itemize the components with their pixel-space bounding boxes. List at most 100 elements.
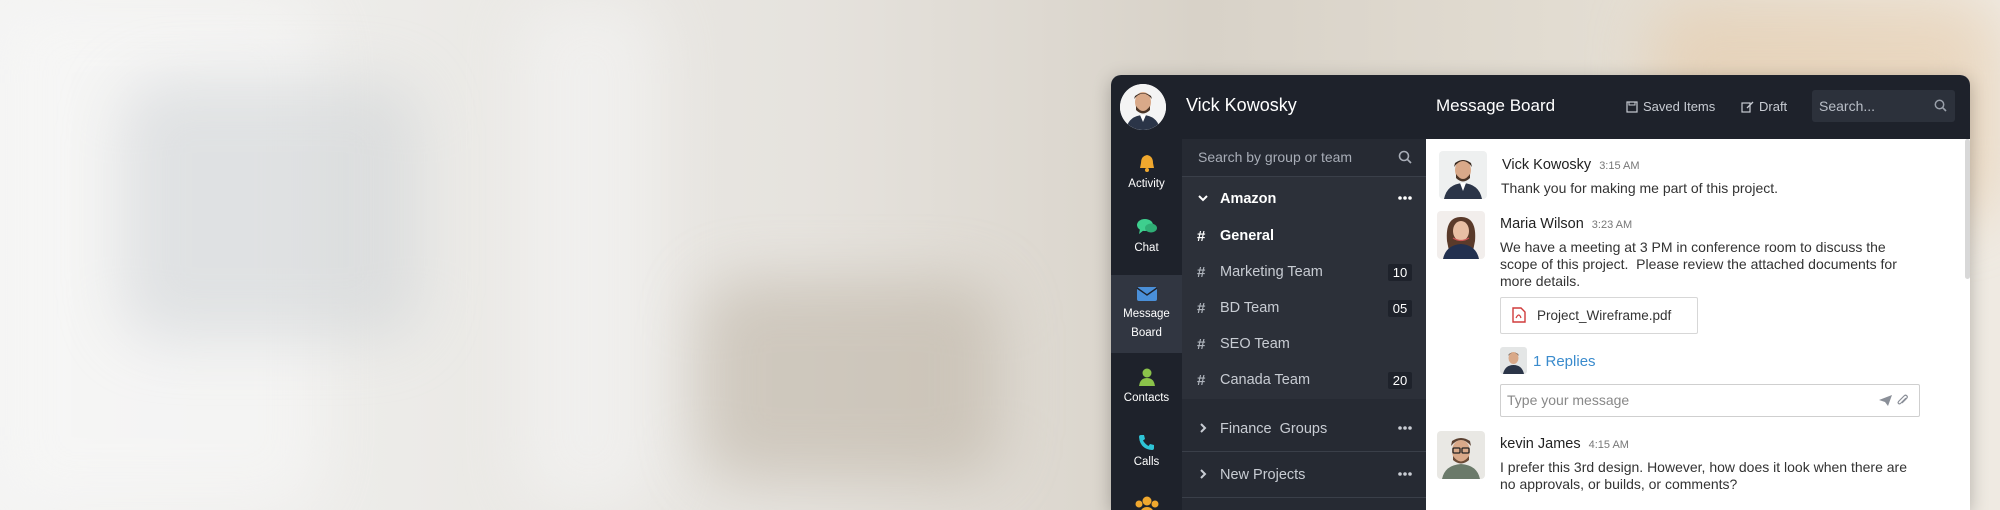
rail-label: Calls bbox=[1133, 456, 1160, 468]
rail-item-message-board[interactable]: Message Board bbox=[1111, 275, 1182, 353]
replies-count: 1 Replies bbox=[1533, 353, 1596, 370]
author-name: Vick Kowosky bbox=[1502, 157, 1592, 173]
message-search-input[interactable]: Search... bbox=[1812, 90, 1955, 122]
group-amazon[interactable]: Amazon bbox=[1182, 177, 1426, 221]
user-icon bbox=[1138, 368, 1155, 386]
message-author[interactable]: Maria Wilson 3:23 AM bbox=[1500, 216, 1632, 232]
top-bar: Vick Kowosky Message Board Saved Items D… bbox=[1111, 75, 1970, 139]
channel-name: General bbox=[1220, 228, 1274, 244]
message-feed: Vick Kowosky 3:15 AM Thank you for making… bbox=[1426, 139, 1970, 510]
background-blur bbox=[700, 280, 1000, 480]
paperclip-icon[interactable] bbox=[1897, 394, 1909, 407]
pdf-file-icon bbox=[1512, 307, 1526, 323]
reply-placeholder: Type your message bbox=[1507, 392, 1630, 408]
channel-list: # General # Marketing Team 10 # BD Team … bbox=[1182, 219, 1426, 399]
text-line: I prefer this 3rd design. However, how d… bbox=[1500, 459, 1907, 475]
search-icon[interactable] bbox=[1398, 150, 1412, 164]
send-icon[interactable] bbox=[1878, 394, 1893, 407]
rail-label: Activity bbox=[1128, 178, 1165, 190]
text-line: scope of this project. Please review the… bbox=[1500, 256, 1897, 272]
group-new-projects[interactable]: New Projects bbox=[1182, 453, 1426, 497]
more-options-icon[interactable] bbox=[1398, 472, 1412, 476]
channel-name: Marketing Team bbox=[1220, 264, 1323, 280]
group-search-placeholder: Search by group or team bbox=[1198, 149, 1353, 165]
team-icon bbox=[1135, 496, 1158, 510]
divider bbox=[1182, 497, 1426, 498]
message-time: 3:15 AM bbox=[1599, 160, 1640, 172]
draft-button[interactable]: Draft bbox=[1741, 99, 1787, 114]
attachment-file[interactable]: Project_Wireframe.pdf bbox=[1500, 297, 1698, 334]
unread-count-badge: 05 bbox=[1388, 300, 1412, 317]
saved-items-label: Saved Items bbox=[1643, 99, 1716, 114]
channel-item-bd-team[interactable]: # BD Team 05 bbox=[1182, 291, 1426, 327]
avatar bbox=[1500, 347, 1527, 374]
group-label: New Projects bbox=[1220, 467, 1306, 483]
unread-count-badge: 20 bbox=[1388, 372, 1412, 389]
hash-icon: # bbox=[1197, 300, 1206, 317]
attachment-name: Project_Wireframe.pdf bbox=[1537, 308, 1672, 323]
channel-item-general[interactable]: # General bbox=[1182, 219, 1426, 255]
message-time: 3:23 AM bbox=[1591, 219, 1633, 231]
search-icon[interactable] bbox=[1934, 99, 1947, 112]
channel-name: Canada Team bbox=[1220, 372, 1311, 388]
author-name: kevin James bbox=[1500, 436, 1581, 452]
saved-items-button[interactable]: Saved Items bbox=[1626, 99, 1715, 114]
group-search-input[interactable]: Search by group or team bbox=[1182, 139, 1426, 177]
background-blur bbox=[120, 80, 420, 340]
group-finance-groups[interactable]: Finance Groups bbox=[1182, 407, 1426, 451]
channel-panel: Search by group or team Amazon # General… bbox=[1182, 139, 1426, 510]
channel-name: SEO Team bbox=[1220, 336, 1290, 352]
envelope-icon bbox=[1136, 287, 1157, 301]
channel-item-seo-team[interactable]: # SEO Team bbox=[1182, 327, 1426, 363]
page-title: Message Board bbox=[1436, 96, 1556, 115]
message-text: I prefer this 3rd design. However, how d… bbox=[1500, 459, 1907, 493]
current-user-name: Vick Kowosky bbox=[1186, 95, 1297, 115]
bell-icon bbox=[1139, 155, 1154, 172]
draft-label: Draft bbox=[1759, 99, 1788, 114]
reply-input[interactable]: Type your message bbox=[1500, 384, 1920, 417]
group-label: Amazon bbox=[1220, 191, 1277, 207]
unread-count-badge: 10 bbox=[1388, 264, 1412, 281]
rail-item-contacts[interactable]: Contacts bbox=[1111, 361, 1182, 421]
channel-name: BD Team bbox=[1220, 300, 1280, 316]
avatar[interactable] bbox=[1437, 431, 1485, 479]
rail-item-teams[interactable] bbox=[1111, 489, 1182, 510]
message-text: Thank you for making me part of this pro… bbox=[1501, 180, 1779, 196]
text-line: We have a meeting at 3 PM in conference … bbox=[1500, 239, 1886, 255]
reply-actions bbox=[1878, 394, 1909, 407]
navigation-rail: Activity Chat Message Board Contacts Cal… bbox=[1111, 139, 1182, 510]
floppy-disk-icon bbox=[1626, 100, 1638, 113]
phone-icon bbox=[1138, 435, 1154, 450]
draft-icon bbox=[1741, 101, 1754, 113]
hash-icon: # bbox=[1197, 264, 1206, 281]
text-line: no approvals, or builds, or comments? bbox=[1500, 476, 1738, 492]
rail-item-activity[interactable]: Activity bbox=[1111, 147, 1182, 207]
rail-item-calls[interactable]: Calls bbox=[1111, 425, 1182, 485]
rail-label-line1: Message bbox=[1123, 308, 1170, 320]
message-author[interactable]: kevin James 4:15 AM bbox=[1500, 436, 1629, 452]
rail-label: Chat bbox=[1134, 242, 1159, 254]
more-options-icon[interactable] bbox=[1398, 196, 1412, 200]
group-label: Finance Groups bbox=[1220, 421, 1328, 437]
message-time: 4:15 AM bbox=[1588, 439, 1629, 451]
message-text: We have a meeting at 3 PM in conference … bbox=[1500, 239, 1897, 290]
channel-item-marketing-team[interactable]: # Marketing Team 10 bbox=[1182, 255, 1426, 291]
background-blur bbox=[520, 0, 660, 510]
hash-icon: # bbox=[1197, 372, 1206, 389]
rail-item-chat[interactable]: Chat bbox=[1111, 211, 1182, 271]
chevron-down-icon bbox=[1198, 195, 1208, 202]
more-options-icon[interactable] bbox=[1398, 426, 1412, 430]
avatar[interactable] bbox=[1439, 151, 1487, 199]
author-name: Maria Wilson bbox=[1500, 216, 1584, 232]
hash-icon: # bbox=[1197, 228, 1206, 245]
avatar[interactable] bbox=[1437, 211, 1485, 259]
divider bbox=[1182, 451, 1426, 452]
chevron-right-icon bbox=[1200, 469, 1207, 479]
channel-item-canada-team[interactable]: # Canada Team 20 bbox=[1182, 363, 1426, 399]
search-placeholder: Search... bbox=[1819, 98, 1876, 114]
chevron-right-icon bbox=[1200, 423, 1207, 433]
message-author[interactable]: Vick Kowosky 3:15 AM bbox=[1502, 157, 1640, 173]
text-line: more details. bbox=[1500, 273, 1581, 289]
scrollbar[interactable] bbox=[1965, 139, 1970, 279]
user-avatar[interactable] bbox=[1120, 84, 1166, 130]
